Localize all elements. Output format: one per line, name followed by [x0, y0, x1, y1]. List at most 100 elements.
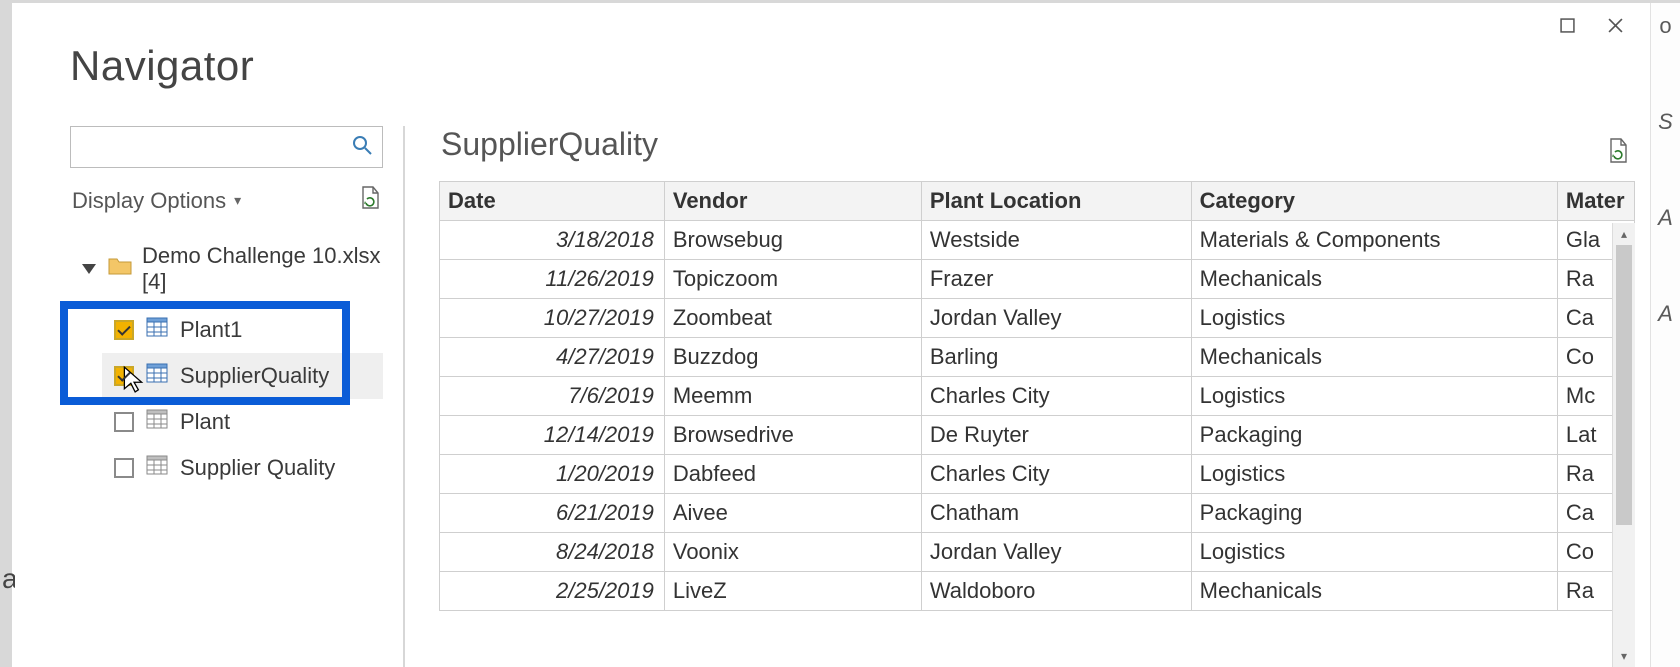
right-cropped-panel: o S A A [1650, 3, 1680, 667]
scrollbar-thumb[interactable] [1616, 245, 1632, 525]
query-table-icon [146, 409, 168, 435]
query-table-icon [146, 455, 168, 481]
tree-item[interactable]: Plant [102, 399, 383, 445]
maximize-button[interactable] [1543, 8, 1591, 42]
cell-category: Mechanicals [1191, 572, 1557, 611]
cell-category: Packaging [1191, 494, 1557, 533]
cell-category: Packaging [1191, 416, 1557, 455]
cell-plant: Chatham [921, 494, 1191, 533]
column-header[interactable]: Plant Location [921, 182, 1191, 221]
cell-category: Materials & Components [1191, 221, 1557, 260]
table-row[interactable]: 12/14/2019BrowsedriveDe RuyterPackagingL… [440, 416, 1635, 455]
window-titlebar [15, 6, 1645, 44]
search-input[interactable] [83, 135, 352, 160]
cell-plant: Jordan Valley [921, 299, 1191, 338]
cell-vendor: Meemm [664, 377, 921, 416]
cell-category: Logistics [1191, 377, 1557, 416]
refresh-icon [359, 186, 381, 210]
table-row[interactable]: 3/18/2018BrowsebugWestsideMaterials & Co… [440, 221, 1635, 260]
cell-vendor: Browsebug [664, 221, 921, 260]
cell-vendor: Dabfeed [664, 455, 921, 494]
cell-date: 4/27/2019 [440, 338, 665, 377]
cell-date: 1/20/2019 [440, 455, 665, 494]
tree-root-label: Demo Challenge 10.xlsx [4] [142, 243, 383, 295]
cell-date: 3/18/2018 [440, 221, 665, 260]
display-options-dropdown[interactable]: Display Options ▾ [72, 188, 241, 214]
cell-vendor: Voonix [664, 533, 921, 572]
refresh-icon [1607, 138, 1629, 164]
refresh-preview-button[interactable] [1607, 138, 1629, 169]
vertical-scrollbar[interactable]: ▴ ▾ [1612, 223, 1635, 667]
cell-plant: Westside [921, 221, 1191, 260]
checkbox[interactable] [114, 458, 134, 478]
cell-date: 7/6/2019 [440, 377, 665, 416]
scroll-up-icon[interactable]: ▴ [1613, 223, 1635, 245]
navigator-tree-pane: Display Options ▾ [15, 126, 405, 667]
display-options-label: Display Options [72, 188, 226, 214]
maximize-icon [1560, 18, 1575, 33]
search-icon [352, 135, 372, 160]
cell-plant: Waldoboro [921, 572, 1191, 611]
scroll-down-icon[interactable]: ▾ [1613, 645, 1635, 667]
cell-date: 6/21/2019 [440, 494, 665, 533]
search-box[interactable] [70, 126, 383, 168]
cell-category: Mechanicals [1191, 338, 1557, 377]
cell-vendor: Buzzdog [664, 338, 921, 377]
table-icon [146, 317, 168, 343]
checkbox[interactable] [114, 412, 134, 432]
tree-item-label: Plant1 [180, 317, 242, 343]
cell-plant: Frazer [921, 260, 1191, 299]
cell-date: 12/14/2019 [440, 416, 665, 455]
table-row[interactable]: 10/27/2019ZoombeatJordan ValleyLogistics… [440, 299, 1635, 338]
preview-title: SupplierQuality [441, 126, 658, 163]
checkbox[interactable] [114, 320, 134, 340]
tree-item[interactable]: Supplier Quality [102, 445, 383, 491]
cell-date: 2/25/2019 [440, 572, 665, 611]
column-header[interactable]: Date [440, 182, 665, 221]
cell-date: 11/26/2019 [440, 260, 665, 299]
column-header[interactable]: Vendor [664, 182, 921, 221]
preview-pane: SupplierQuality [405, 126, 1645, 667]
tree-item-label: Plant [180, 409, 230, 435]
folder-icon [108, 256, 132, 282]
table-row[interactable]: 1/20/2019DabfeedCharles CityLogisticsRa [440, 455, 1635, 494]
tree-item[interactable]: SupplierQuality [102, 353, 383, 399]
table-row[interactable]: 7/6/2019MeemmCharles CityLogisticsMc [440, 377, 1635, 416]
table-icon [146, 363, 168, 389]
cell-category: Logistics [1191, 299, 1557, 338]
cell-vendor: Zoombeat [664, 299, 921, 338]
cell-date: 8/24/2018 [440, 533, 665, 572]
scrollbar-track[interactable] [1613, 245, 1635, 645]
cell-vendor: Topiczoom [664, 260, 921, 299]
collapse-icon [82, 264, 96, 274]
navigator-dialog: Navigator [15, 6, 1645, 667]
tree-item-label: SupplierQuality [180, 363, 329, 389]
table-row[interactable]: 6/21/2019AiveeChathamPackagingCa [440, 494, 1635, 533]
table-row[interactable]: 4/27/2019BuzzdogBarlingMechanicalsCo [440, 338, 1635, 377]
cell-vendor: Aivee [664, 494, 921, 533]
tree-item-label: Supplier Quality [180, 455, 335, 481]
cell-vendor: LiveZ [664, 572, 921, 611]
cell-plant: Charles City [921, 377, 1191, 416]
table-row[interactable]: 11/26/2019TopiczoomFrazerMechanicalsRa [440, 260, 1635, 299]
cell-category: Logistics [1191, 455, 1557, 494]
cell-plant: Barling [921, 338, 1191, 377]
close-button[interactable] [1591, 8, 1639, 42]
cell-plant: De Ruyter [921, 416, 1191, 455]
refresh-tree-button[interactable] [359, 186, 381, 215]
cell-category: Logistics [1191, 533, 1557, 572]
tree-item[interactable]: Plant1 [102, 307, 383, 353]
cell-plant: Charles City [921, 455, 1191, 494]
column-header[interactable]: Mater [1557, 182, 1634, 221]
cell-date: 10/27/2019 [440, 299, 665, 338]
cell-plant: Jordan Valley [921, 533, 1191, 572]
chevron-down-icon: ▾ [234, 192, 241, 209]
table-row[interactable]: 8/24/2018VoonixJordan ValleyLogisticsCo [440, 533, 1635, 572]
column-header[interactable]: Category [1191, 182, 1557, 221]
tree-root-file[interactable]: Demo Challenge 10.xlsx [4] [70, 239, 383, 307]
table-row[interactable]: 2/25/2019LiveZWaldoboroMechanicalsRa [440, 572, 1635, 611]
dialog-title: Navigator [15, 42, 1645, 90]
checkbox[interactable] [114, 366, 134, 386]
preview-table: DateVendorPlant LocationCategoryMater 3/… [439, 181, 1635, 611]
cell-category: Mechanicals [1191, 260, 1557, 299]
